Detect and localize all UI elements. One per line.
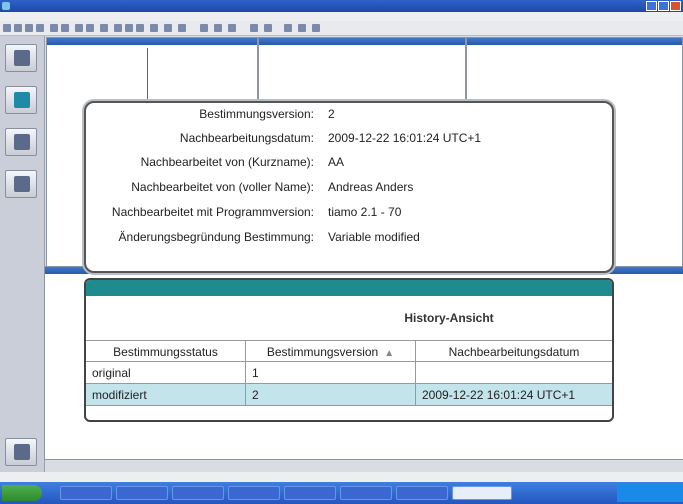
configuration-icon — [14, 176, 30, 192]
curve-panel-header — [47, 38, 257, 45]
taskbar-item[interactable] — [284, 486, 336, 500]
determination-detail-zoom: Bestimmungsversion: 2 Nachbearbeitungsda… — [84, 101, 614, 273]
toolbar-icon[interactable] — [284, 24, 292, 32]
detail-row: Nachbearbeitet mit Programmversion: tiam… — [86, 205, 606, 227]
toolbar-icon[interactable] — [25, 24, 33, 32]
detail-label: Bestimmungsversion: — [199, 107, 314, 121]
history-view-zoom: History-Ansicht Bestimmungsstatus Bestim… — [84, 278, 614, 422]
taskbar-item[interactable] — [116, 486, 168, 500]
window-titlebar — [0, 0, 683, 12]
detail-row: Änderungsbegründung Bestimmung: Variable… — [86, 230, 606, 252]
detail-value: AA — [328, 155, 345, 169]
toolbar-icon[interactable] — [50, 24, 58, 32]
toolbar-icon[interactable] — [178, 24, 186, 32]
taskbar-item[interactable] — [396, 486, 448, 500]
sidebar-item-configuration[interactable] — [5, 170, 37, 198]
detail-row: Bestimmungsversion: 2 — [86, 107, 606, 129]
sidebar-item-workplace[interactable] — [5, 44, 37, 72]
detail-value: Andreas Anders — [328, 180, 414, 194]
database-icon — [14, 92, 30, 108]
history-header-bar — [86, 280, 612, 296]
results-panel-header — [467, 38, 682, 45]
detail-row: Nachbearbeitet von (voller Name): Andrea… — [86, 180, 606, 202]
toolbar-icon[interactable] — [125, 24, 133, 32]
toolbar — [0, 21, 683, 36]
toolbar-icon[interactable] — [264, 24, 272, 32]
detail-value: 2009-12-22 16:01:24 UTC+1 — [328, 131, 482, 145]
date-cell — [416, 362, 612, 384]
column-header-date[interactable]: Nachbearbeitungsdatum — [416, 341, 612, 363]
workplace-icon — [14, 50, 30, 66]
table-header-row: Bestimmungsstatus Bestimmungsversion ▲ Na… — [86, 340, 612, 363]
menu-bar — [0, 12, 683, 21]
taskbar-item[interactable] — [340, 486, 392, 500]
help-icon — [14, 444, 30, 460]
sidebar-item-help[interactable] — [5, 438, 37, 466]
toolbar-icon[interactable] — [164, 24, 172, 32]
date-cell: 2009-12-22 16:01:24 UTC+1 — [422, 388, 576, 402]
table-row[interactable]: original 1 — [86, 362, 612, 384]
window-controls — [646, 1, 681, 11]
toolbar-icon[interactable] — [312, 24, 320, 32]
taskbar-search-field[interactable] — [452, 486, 512, 500]
toolbar-icon[interactable] — [3, 24, 11, 32]
version-cell: 2 — [246, 384, 416, 406]
detail-value: 2 — [328, 107, 335, 121]
column-header-status[interactable]: Bestimmungsstatus — [86, 341, 246, 363]
start-button[interactable] — [2, 485, 42, 501]
windows-taskbar — [0, 482, 683, 504]
toolbar-icon[interactable] — [61, 24, 69, 32]
detail-label: Nachbearbeitet von (voller Name): — [131, 180, 314, 194]
toolbar-icon[interactable] — [150, 24, 158, 32]
minimize-button[interactable] — [646, 1, 657, 11]
detail-row: Nachbearbeitet von (Kurzname): AA — [86, 155, 606, 177]
taskbar-item[interactable] — [228, 486, 280, 500]
toolbar-icon[interactable] — [100, 24, 108, 32]
column-header-version-label: Bestimmungsversion — [266, 345, 379, 359]
detail-label: Änderungsbegründung Bestimmung: — [118, 230, 314, 244]
method-icon — [14, 134, 30, 150]
toolbar-icon[interactable] — [228, 24, 236, 32]
detail-label: Nachbearbeitungsdatum: — [179, 131, 314, 145]
module-sidebar — [0, 36, 45, 474]
toolbar-icon[interactable] — [250, 24, 258, 32]
sidebar-item-method[interactable] — [5, 128, 37, 156]
taskbar-item[interactable] — [60, 486, 112, 500]
toolbar-icon[interactable] — [200, 24, 208, 32]
detail-value: tiamo 2.1 - 70 — [328, 205, 402, 219]
status-cell: modifiziert — [86, 384, 246, 406]
detail-row: Nachbearbeitungsdatum: 2009-12-22 16:01:… — [86, 131, 606, 153]
close-button[interactable] — [670, 1, 681, 11]
status-bar — [0, 472, 683, 482]
column-header-version[interactable]: Bestimmungsversion ▲ — [246, 341, 416, 363]
detail-value: Variable modified — [328, 230, 420, 244]
toolbar-icon[interactable] — [214, 24, 222, 32]
toolbar-icon[interactable] — [86, 24, 94, 32]
sidebar-item-database[interactable] — [5, 86, 37, 114]
status-cell: original — [86, 362, 246, 384]
toolbar-icon[interactable] — [298, 24, 306, 32]
maximize-button[interactable] — [658, 1, 669, 11]
app-icon — [2, 2, 10, 10]
version-cell: 1 — [246, 362, 416, 384]
toolbar-icon[interactable] — [75, 24, 83, 32]
information-panel-header — [259, 38, 465, 45]
toolbar-icon[interactable] — [14, 24, 22, 32]
toolbar-icon[interactable] — [136, 24, 144, 32]
detail-label: Nachbearbeitet von (Kurzname): — [140, 155, 314, 169]
system-tray — [617, 484, 683, 502]
table-row-selected[interactable]: modifiziert 2 2009-12-22 16:01:24 UTC+1 — [86, 384, 612, 406]
history-title: History-Ansicht — [404, 311, 494, 325]
toolbar-icon[interactable] — [36, 24, 44, 32]
toolbar-icon[interactable] — [114, 24, 122, 32]
detail-label: Nachbearbeitet mit Programmversion: — [111, 205, 314, 219]
taskbar-item[interactable] — [172, 486, 224, 500]
